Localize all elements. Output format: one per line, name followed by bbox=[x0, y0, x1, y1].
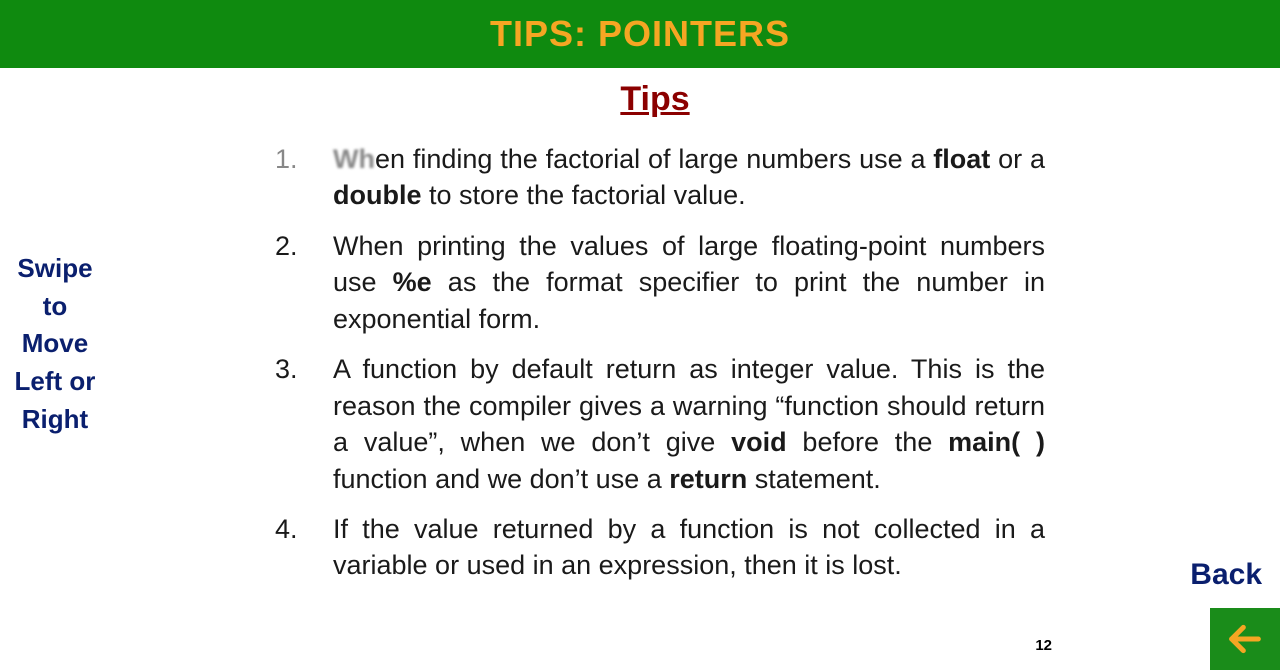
tip-text: If the value returned by a function is n… bbox=[333, 514, 1045, 580]
tip-bold: main( ) bbox=[948, 427, 1045, 457]
tip-text: en finding the factorial of large number… bbox=[375, 144, 933, 174]
tip-bold: float bbox=[933, 144, 990, 174]
header-title: TIPS: POINTERS bbox=[490, 13, 790, 55]
tip-bold: %e bbox=[393, 267, 432, 297]
tip-item: A function by default return as integer … bbox=[265, 351, 1045, 497]
tip-bold: return bbox=[669, 464, 747, 494]
tip-text: statement. bbox=[747, 464, 881, 494]
tips-list: When finding the factorial of large numb… bbox=[265, 141, 1045, 584]
tip-text: or a bbox=[990, 144, 1045, 174]
content-area[interactable]: Tips When finding the factorial of large… bbox=[265, 80, 1045, 598]
tip-text: before the bbox=[787, 427, 949, 457]
tip-text: to store the factorial value. bbox=[422, 180, 746, 210]
page-number: 12 bbox=[1035, 637, 1052, 654]
back-label: Back bbox=[1190, 558, 1262, 592]
tip-text: function and we don’t use a bbox=[333, 464, 669, 494]
swipe-hint: Swipe to Move Left or Right bbox=[10, 250, 100, 438]
arrow-left-icon bbox=[1225, 619, 1265, 659]
tip-item: If the value returned by a function is n… bbox=[265, 511, 1045, 584]
tips-heading: Tips bbox=[265, 80, 1045, 119]
tip-item: When printing the values of large floati… bbox=[265, 228, 1045, 337]
tip-bold: void bbox=[731, 427, 787, 457]
tip-bold: double bbox=[333, 180, 422, 210]
back-button[interactable] bbox=[1210, 608, 1280, 670]
tip-text: as the format specifier to print the num… bbox=[333, 267, 1045, 333]
header-bar: TIPS: POINTERS bbox=[0, 0, 1280, 68]
tip-text: Wh bbox=[333, 144, 375, 174]
tip-item: When finding the factorial of large numb… bbox=[265, 141, 1045, 214]
